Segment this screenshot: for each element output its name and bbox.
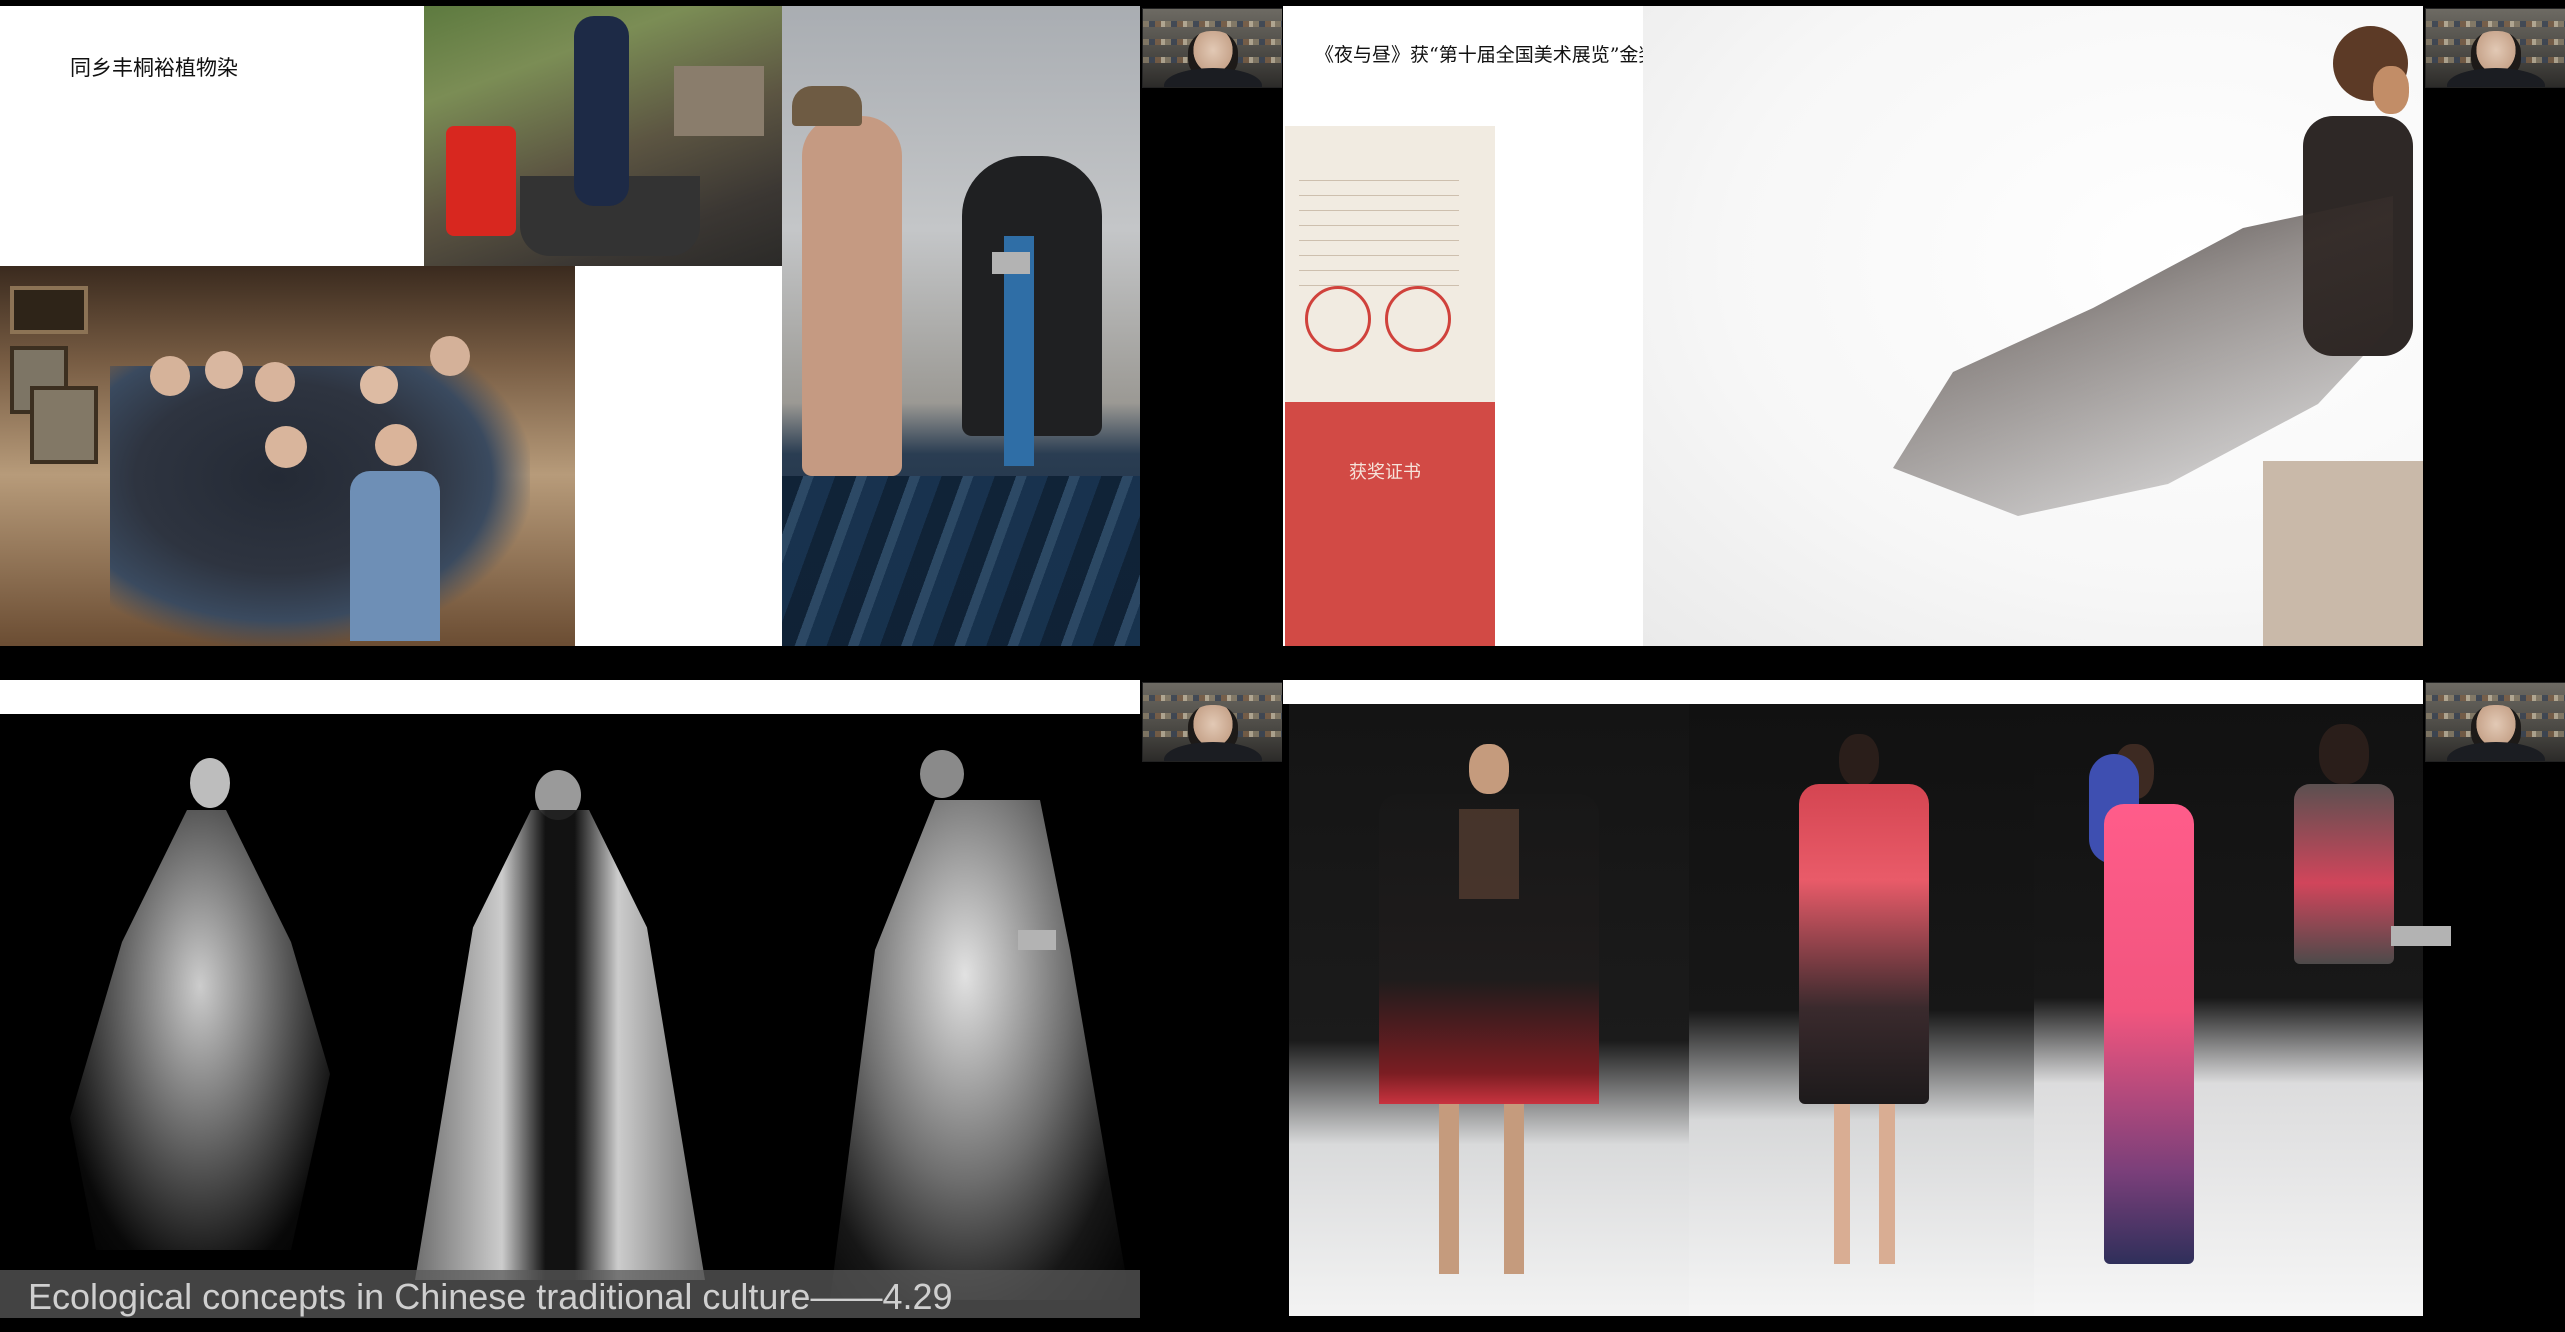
redaction-block — [1018, 930, 1056, 950]
certificate-label: 获奖证书 — [1349, 462, 1421, 483]
redaction-block — [2391, 926, 2451, 946]
slide-panel-top-left: 同乡丰桐裕植物染 — [0, 0, 1282, 666]
gown-front-photo — [30, 750, 360, 1270]
speaker-video-thumbnail — [1142, 682, 1282, 762]
slide-caption: 同乡丰桐裕植物染 — [70, 56, 238, 80]
runway-female-pink-photo — [2034, 704, 2423, 1316]
slide-blank-area — [575, 266, 782, 646]
runway-male-photo — [1289, 704, 1689, 1316]
slide-top-strip — [0, 680, 1140, 714]
group-photo — [0, 266, 575, 646]
slide-caption-area: 同乡丰桐裕植物染 — [0, 6, 424, 266]
model-photo — [1643, 6, 2423, 646]
interview-photo — [782, 6, 1140, 646]
speaker-video-thumbnail — [2425, 8, 2565, 88]
slide-panel-bottom-right — [1283, 680, 2565, 1332]
runway-female-red-photo — [1689, 704, 2034, 1316]
speaker-video-thumbnail — [1142, 8, 1282, 88]
slide-panel-top-right: 《夜与昼》获“第十届全国美术展览”金奖 获奖证书 — [1283, 0, 2565, 666]
dye-pot-photo — [424, 6, 782, 266]
subtitle-banner: Ecological concepts in Chinese tradition… — [0, 1270, 1140, 1318]
slide-panel-bottom-left: Ecological concepts in Chinese tradition… — [0, 680, 1282, 1332]
subtitle-text: Ecological concepts in Chinese tradition… — [28, 1276, 953, 1317]
speaker-video-thumbnail — [2425, 682, 2565, 762]
gown-side-photo — [810, 740, 1140, 1320]
redaction-block — [992, 252, 1030, 274]
slide-caption: 《夜与昼》获“第十届全国美术展览”金奖 — [1315, 44, 1658, 66]
certificate-photo: 获奖证书 — [1285, 126, 1495, 646]
gown-back-photo — [395, 750, 725, 1310]
slide-top-strip — [1283, 680, 2423, 704]
